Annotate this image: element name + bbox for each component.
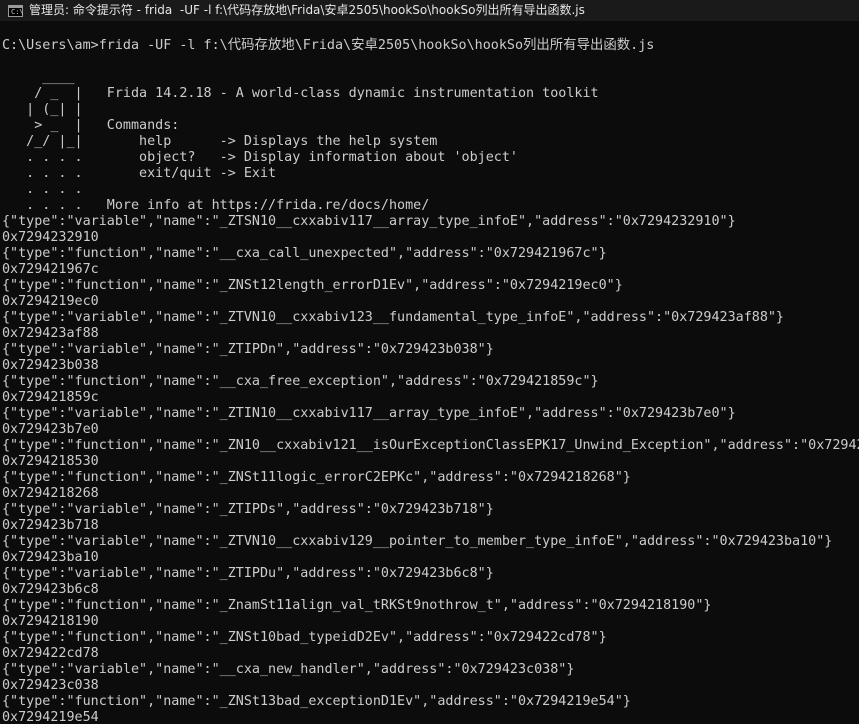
console-output[interactable]: C:\Users\am>frida -UF -l f:\代码存放地\Frida\… — [2, 38, 859, 724]
output-line: {"type":"variable","name":"__cxa_new_han… — [2, 662, 575, 677]
output-line: 0x729423af88 — [2, 326, 99, 341]
output-line: 0x729423c038 — [2, 678, 99, 693]
banner-line: . . . . exit/quit -> Exit — [2, 166, 277, 181]
output-line: 0x729421859c — [2, 390, 99, 405]
output-line: 0x7294218268 — [2, 486, 99, 501]
output-line: {"type":"function","name":"__cxa_call_un… — [2, 246, 607, 261]
output-line: {"type":"function","name":"_ZN10__cxxabi… — [2, 438, 859, 453]
banner-line: ____ — [2, 70, 75, 85]
banner-line: | (_| | — [2, 102, 83, 117]
output-line: {"type":"variable","name":"_ZTVN10__cxxa… — [2, 310, 784, 325]
banner-line: . . . . object? -> Display information a… — [2, 150, 518, 165]
output-line: 0x729423b7e0 — [2, 422, 99, 437]
output-line: {"type":"function","name":"_ZNSt12length… — [2, 278, 623, 293]
output-line: {"type":"variable","name":"_ZTVN10__cxxa… — [2, 534, 833, 549]
output-line: {"type":"function","name":"_ZnamSt11alig… — [2, 598, 712, 613]
output-line: {"type":"variable","name":"_ZTIPDs","add… — [2, 502, 494, 517]
banner-line: > _ | Commands: — [2, 118, 180, 133]
output-line: {"type":"variable","name":"_ZTSN10__cxxa… — [2, 214, 736, 229]
output-line: 0x7294218190 — [2, 614, 99, 629]
output-line: {"type":"variable","name":"_ZTIPDn","add… — [2, 342, 494, 357]
output-line: 0x729421967c — [2, 262, 99, 277]
output-line: {"type":"function","name":"_ZNSt13bad_ex… — [2, 694, 631, 709]
console-icon-label: C:\ — [11, 7, 24, 16]
prompt-line: C:\Users\am>frida -UF -l f:\代码存放地\Frida\… — [2, 38, 655, 53]
output-line: 0x7294232910 — [2, 230, 99, 245]
output-line: 0x7294219e54 — [2, 710, 99, 724]
window-title: 管理员: 命令提示符 - frida -UF -l f:\代码存放地\Frida… — [29, 3, 585, 17]
output-line: {"type":"variable","name":"_ZTIN10__cxxa… — [2, 406, 736, 421]
output-line: {"type":"variable","name":"_ZTIPDu","add… — [2, 566, 494, 581]
output-line: 0x7294219ec0 — [2, 294, 99, 309]
output-line: 0x729423ba10 — [2, 550, 99, 565]
banner-line: . . . . More info at https://frida.re/do… — [2, 198, 430, 213]
output-line: 0x729423b6c8 — [2, 582, 99, 597]
output-line: 0x729423b718 — [2, 518, 99, 533]
export-output-list: {"type":"variable","name":"_ZTSN10__cxxa… — [2, 214, 859, 724]
output-line: 0x729423b038 — [2, 358, 99, 373]
console-icon: C:\ — [8, 4, 24, 17]
terminal-window[interactable]: C:\ 管理员: 命令提示符 - frida -UF -l f:\代码存放地\F… — [0, 0, 859, 724]
output-line: {"type":"function","name":"_ZNSt11logic_… — [2, 470, 631, 485]
banner-line: / _ | Frida 14.2.18 - A world-class dyna… — [2, 86, 599, 101]
output-line: 0x7294218530 — [2, 454, 99, 469]
output-line: 0x729422cd78 — [2, 646, 99, 661]
title-bar[interactable]: C:\ 管理员: 命令提示符 - frida -UF -l f:\代码存放地\F… — [0, 0, 859, 21]
output-line: {"type":"function","name":"__cxa_free_ex… — [2, 374, 599, 389]
output-line: {"type":"function","name":"_ZNSt10bad_ty… — [2, 630, 607, 645]
banner-line: /_/ |_| help -> Displays the help system — [2, 134, 438, 149]
banner-line: . . . . — [2, 182, 83, 197]
